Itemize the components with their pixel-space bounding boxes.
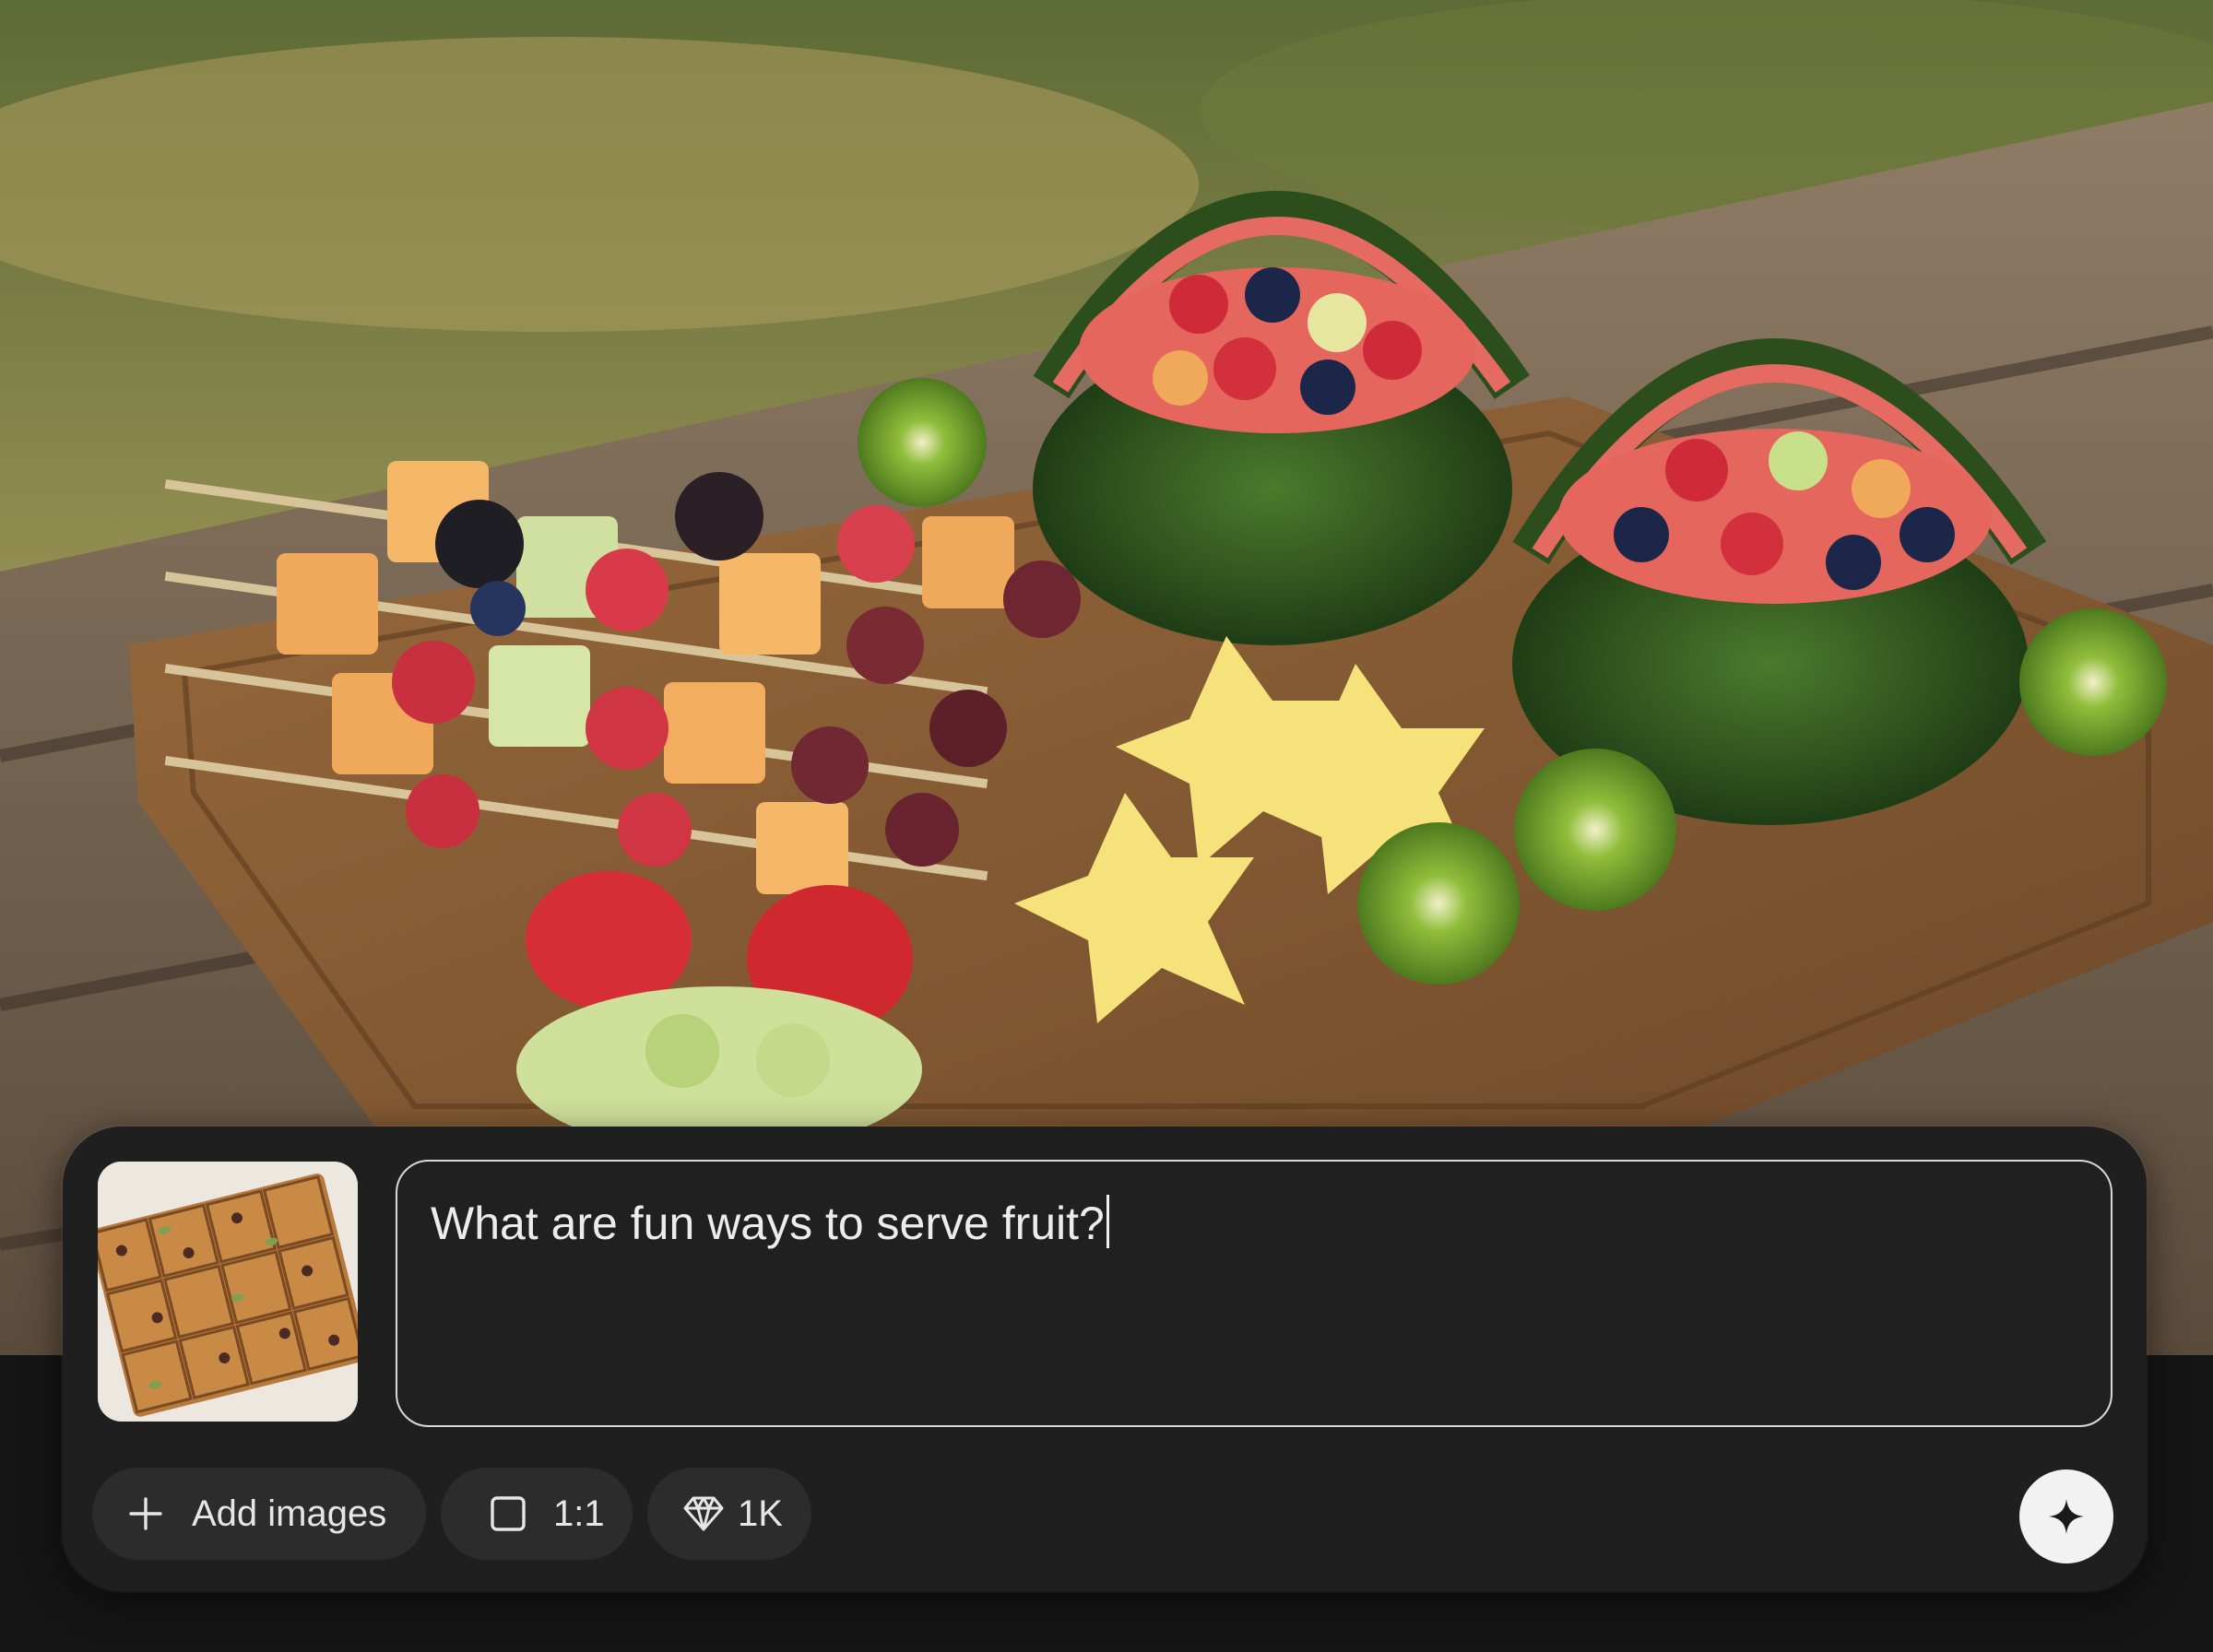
text-caret bbox=[1106, 1195, 1109, 1248]
diamond-icon bbox=[682, 1494, 725, 1533]
app-screen: What are fun ways to serve fruit? Add im… bbox=[0, 0, 2213, 1652]
add-images-button[interactable]: Add images bbox=[92, 1468, 426, 1560]
square-icon bbox=[489, 1494, 527, 1533]
generate-button[interactable] bbox=[2019, 1469, 2113, 1564]
attached-image-thumbnail[interactable] bbox=[98, 1162, 358, 1422]
add-images-label: Add images bbox=[192, 1493, 387, 1534]
sparkle-icon bbox=[2046, 1496, 2087, 1537]
prompt-composer: What are fun ways to serve fruit? Add im… bbox=[63, 1127, 2147, 1591]
prompt-input[interactable]: What are fun ways to serve fruit? bbox=[396, 1160, 2112, 1427]
resolution-button[interactable]: 1K bbox=[647, 1468, 811, 1560]
plus-icon bbox=[127, 1495, 164, 1532]
aspect-ratio-label: 1:1 bbox=[553, 1493, 605, 1534]
resolution-label: 1K bbox=[738, 1493, 783, 1534]
aspect-ratio-button[interactable]: 1:1 bbox=[441, 1468, 633, 1560]
prompt-input-value: What are fun ways to serve fruit? bbox=[431, 1198, 1105, 1249]
